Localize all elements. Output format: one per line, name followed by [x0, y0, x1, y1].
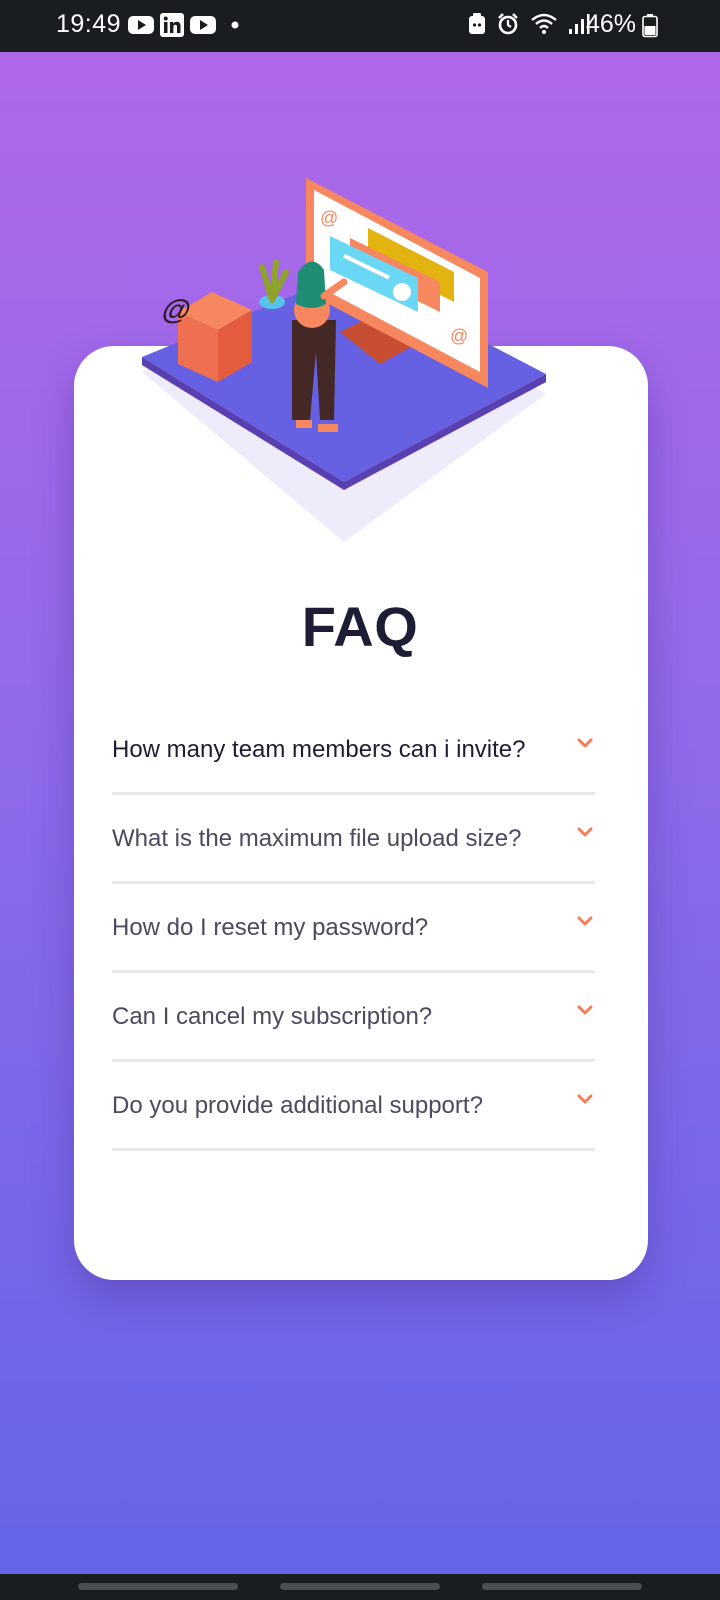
page-title: FAQ — [301, 595, 419, 658]
battery-percent: 46% — [585, 10, 636, 38]
chevron-down-icon[interactable] — [577, 1005, 593, 1017]
wifi-icon — [531, 13, 557, 34]
faq-question: Can I cancel my subscription? — [112, 1003, 433, 1030]
faq-item-additional-support[interactable]: Do you provide additional support? — [112, 1062, 595, 1151]
faq-list: How many team members can i invite? What… — [112, 706, 595, 1151]
battery-icon — [642, 14, 658, 38]
faq-item-upload-size[interactable]: What is the maximum file upload size? — [112, 795, 595, 884]
chevron-down-icon[interactable] — [577, 738, 593, 750]
chevron-down-icon[interactable] — [577, 916, 593, 928]
dot-icon — [231, 21, 239, 29]
youtube-icon — [128, 16, 154, 34]
svg-text:@: @ — [320, 208, 338, 228]
alarm-icon — [498, 13, 518, 35]
faq-question: What is the maximum file upload size? — [112, 825, 522, 852]
linkedin-icon — [160, 13, 184, 37]
nav-recents-button[interactable] — [78, 1583, 238, 1590]
faq-item-team-members[interactable]: How many team members can i invite? — [112, 706, 595, 795]
vpn-icon — [469, 13, 485, 34]
faq-item-cancel-subscription[interactable]: Can I cancel my subscription? — [112, 973, 595, 1062]
youtube-icon — [190, 16, 216, 34]
faq-question: Do you provide additional support? — [112, 1092, 483, 1119]
person-hair — [296, 261, 326, 308]
chevron-down-icon[interactable] — [577, 1094, 593, 1106]
faq-item-reset-password[interactable]: How do I reset my password? — [112, 884, 595, 973]
hero-illustration: @ @ @ — [142, 178, 546, 542]
svg-text:@: @ — [450, 326, 468, 346]
notification-icons — [128, 13, 242, 37]
chevron-down-icon[interactable] — [577, 827, 593, 839]
faq-question: How do I reset my password? — [112, 914, 429, 941]
nav-back-button[interactable] — [482, 1583, 642, 1590]
navigation-bar — [0, 1574, 720, 1600]
status-bar: 19:49 46% — [0, 0, 720, 52]
status-time: 19:49 — [56, 10, 122, 38]
system-icons — [468, 12, 590, 36]
faq-question: How many team members can i invite? — [112, 736, 526, 763]
nav-home-button[interactable] — [280, 1583, 440, 1590]
